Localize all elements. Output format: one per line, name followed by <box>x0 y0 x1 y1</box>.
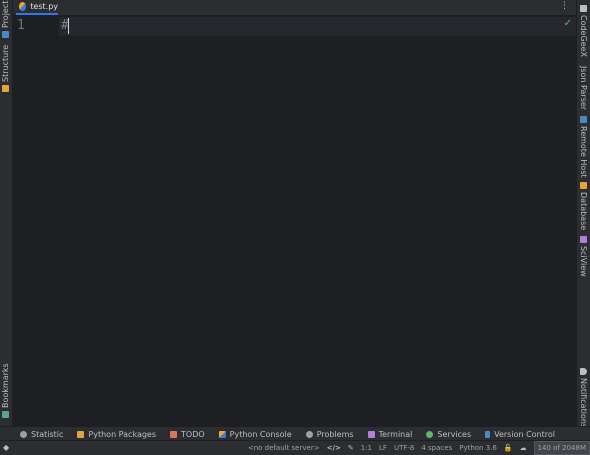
terminal-icon <box>367 430 375 438</box>
project-icon <box>2 31 9 38</box>
json-parser-tab-label: Json Parser <box>579 66 588 111</box>
code-brackets-icon[interactable]: </> <box>327 444 341 452</box>
bookmarks-tool-tab[interactable]: Bookmarks <box>1 363 10 418</box>
bookmarks-icon <box>2 411 9 418</box>
editor-tab-bar: test.py ⋮ <box>13 0 577 16</box>
version-control-icon <box>485 430 491 438</box>
lock-icon[interactable]: 🔓 <box>504 444 513 452</box>
server-status[interactable]: <no default server> <box>248 444 320 452</box>
tool-statistic-label: Statistic <box>31 429 64 439</box>
tool-window-bar: Statistic Python Packages TODO Python Co… <box>0 426 590 441</box>
remote-host-icon <box>580 116 587 123</box>
sciview-tab-label: SciView <box>579 246 588 277</box>
todo-icon <box>170 430 178 438</box>
status-widgets: <no default server> </> ✎ 1:1 LF UTF-8 4… <box>248 441 590 455</box>
tool-services[interactable]: Services <box>426 430 471 439</box>
tool-todo[interactable]: TODO <box>170 430 205 439</box>
bell-icon <box>580 368 587 375</box>
codegeex-tool-tab[interactable]: CodeGeeX <box>579 5 588 57</box>
structure-tab-label: Structure <box>1 44 10 82</box>
indent-setting[interactable]: 4 spaces <box>421 444 452 452</box>
sciview-tool-tab[interactable]: SciView <box>579 236 588 277</box>
json-parser-tool-tab[interactable]: Json Parser <box>579 66 588 110</box>
project-tab-label: Project <box>1 0 10 28</box>
tool-services-label: Services <box>437 429 472 439</box>
memory-indicator[interactable]: 140 of 2048M <box>533 441 590 455</box>
project-tool-tab[interactable]: Project <box>1 1 10 38</box>
right-tool-strip: CodeGeeX Json Parser Remote Host Databas… <box>576 0 590 428</box>
notifications-tool-tab[interactable]: Notifications <box>579 368 588 428</box>
editor-tab-label: test.py <box>30 2 58 11</box>
database-tab-label: Database <box>579 192 588 231</box>
line-separator[interactable]: LF <box>379 444 387 452</box>
database-tool-tab[interactable]: Database <box>579 182 588 230</box>
tool-problems-label: Problems <box>316 429 354 439</box>
tool-version-control[interactable]: Version Control <box>485 430 555 439</box>
inspection-ok-icon[interactable]: ✓ <box>564 18 572 29</box>
tool-python-console[interactable]: Python Console <box>218 429 292 439</box>
line-number: 1 <box>17 18 25 33</box>
tool-terminal[interactable]: Terminal <box>367 429 413 439</box>
services-icon <box>426 430 434 438</box>
python-console-icon <box>218 430 226 438</box>
python-file-icon <box>19 2 27 11</box>
notifications-tab-label: Notifications <box>579 378 588 429</box>
python-interpreter[interactable]: Python 3.6 <box>459 444 497 452</box>
remote-host-tool-tab[interactable]: Remote Host <box>579 116 588 178</box>
code-editor[interactable]: # <box>59 16 577 426</box>
bookmarks-tab-label: Bookmarks <box>1 363 10 408</box>
file-encoding[interactable]: UTF-8 <box>394 444 414 452</box>
sciview-icon <box>580 236 587 243</box>
problems-icon <box>305 430 313 438</box>
text-caret <box>68 18 69 34</box>
tool-version-control-label: Version Control <box>494 429 555 439</box>
statistic-icon <box>20 430 27 438</box>
python-packages-icon <box>77 430 85 438</box>
editor-tab-test-py[interactable]: test.py <box>16 0 58 15</box>
codegeex-icon <box>580 5 587 12</box>
caret-position[interactable]: 1:1 <box>361 444 372 452</box>
left-tool-strip: Project Structure Bookmarks <box>0 0 13 426</box>
database-icon <box>580 182 587 189</box>
tool-python-console-label: Python Console <box>229 429 292 439</box>
more-options-icon[interactable]: ⋮ <box>560 1 569 11</box>
tool-terminal-label: Terminal <box>378 429 413 439</box>
status-bar: ◆ <no default server> </> ✎ 1:1 LF UTF-8… <box>0 440 590 455</box>
structure-tool-tab[interactable]: Structure <box>1 45 10 92</box>
structure-icon <box>2 85 9 92</box>
layers-icon[interactable]: ◆ <box>3 443 12 452</box>
tool-todo-label: TODO <box>181 429 205 439</box>
tool-python-packages[interactable]: Python Packages <box>77 430 156 439</box>
tool-python-packages-label: Python Packages <box>88 429 157 439</box>
tool-problems[interactable]: Problems <box>305 429 354 439</box>
line-gutter <box>13 16 59 426</box>
tool-statistic[interactable]: Statistic <box>20 430 63 439</box>
editor-area: test.py ⋮ 1 # ✓ <box>13 0 577 426</box>
remote-host-tab-label: Remote Host <box>579 126 588 178</box>
cloud-sync-icon[interactable]: ☁ <box>520 444 527 452</box>
write-pen-icon[interactable]: ✎ <box>348 444 354 452</box>
codegeex-tab-label: CodeGeeX <box>579 15 588 58</box>
current-line-highlight <box>59 17 577 36</box>
